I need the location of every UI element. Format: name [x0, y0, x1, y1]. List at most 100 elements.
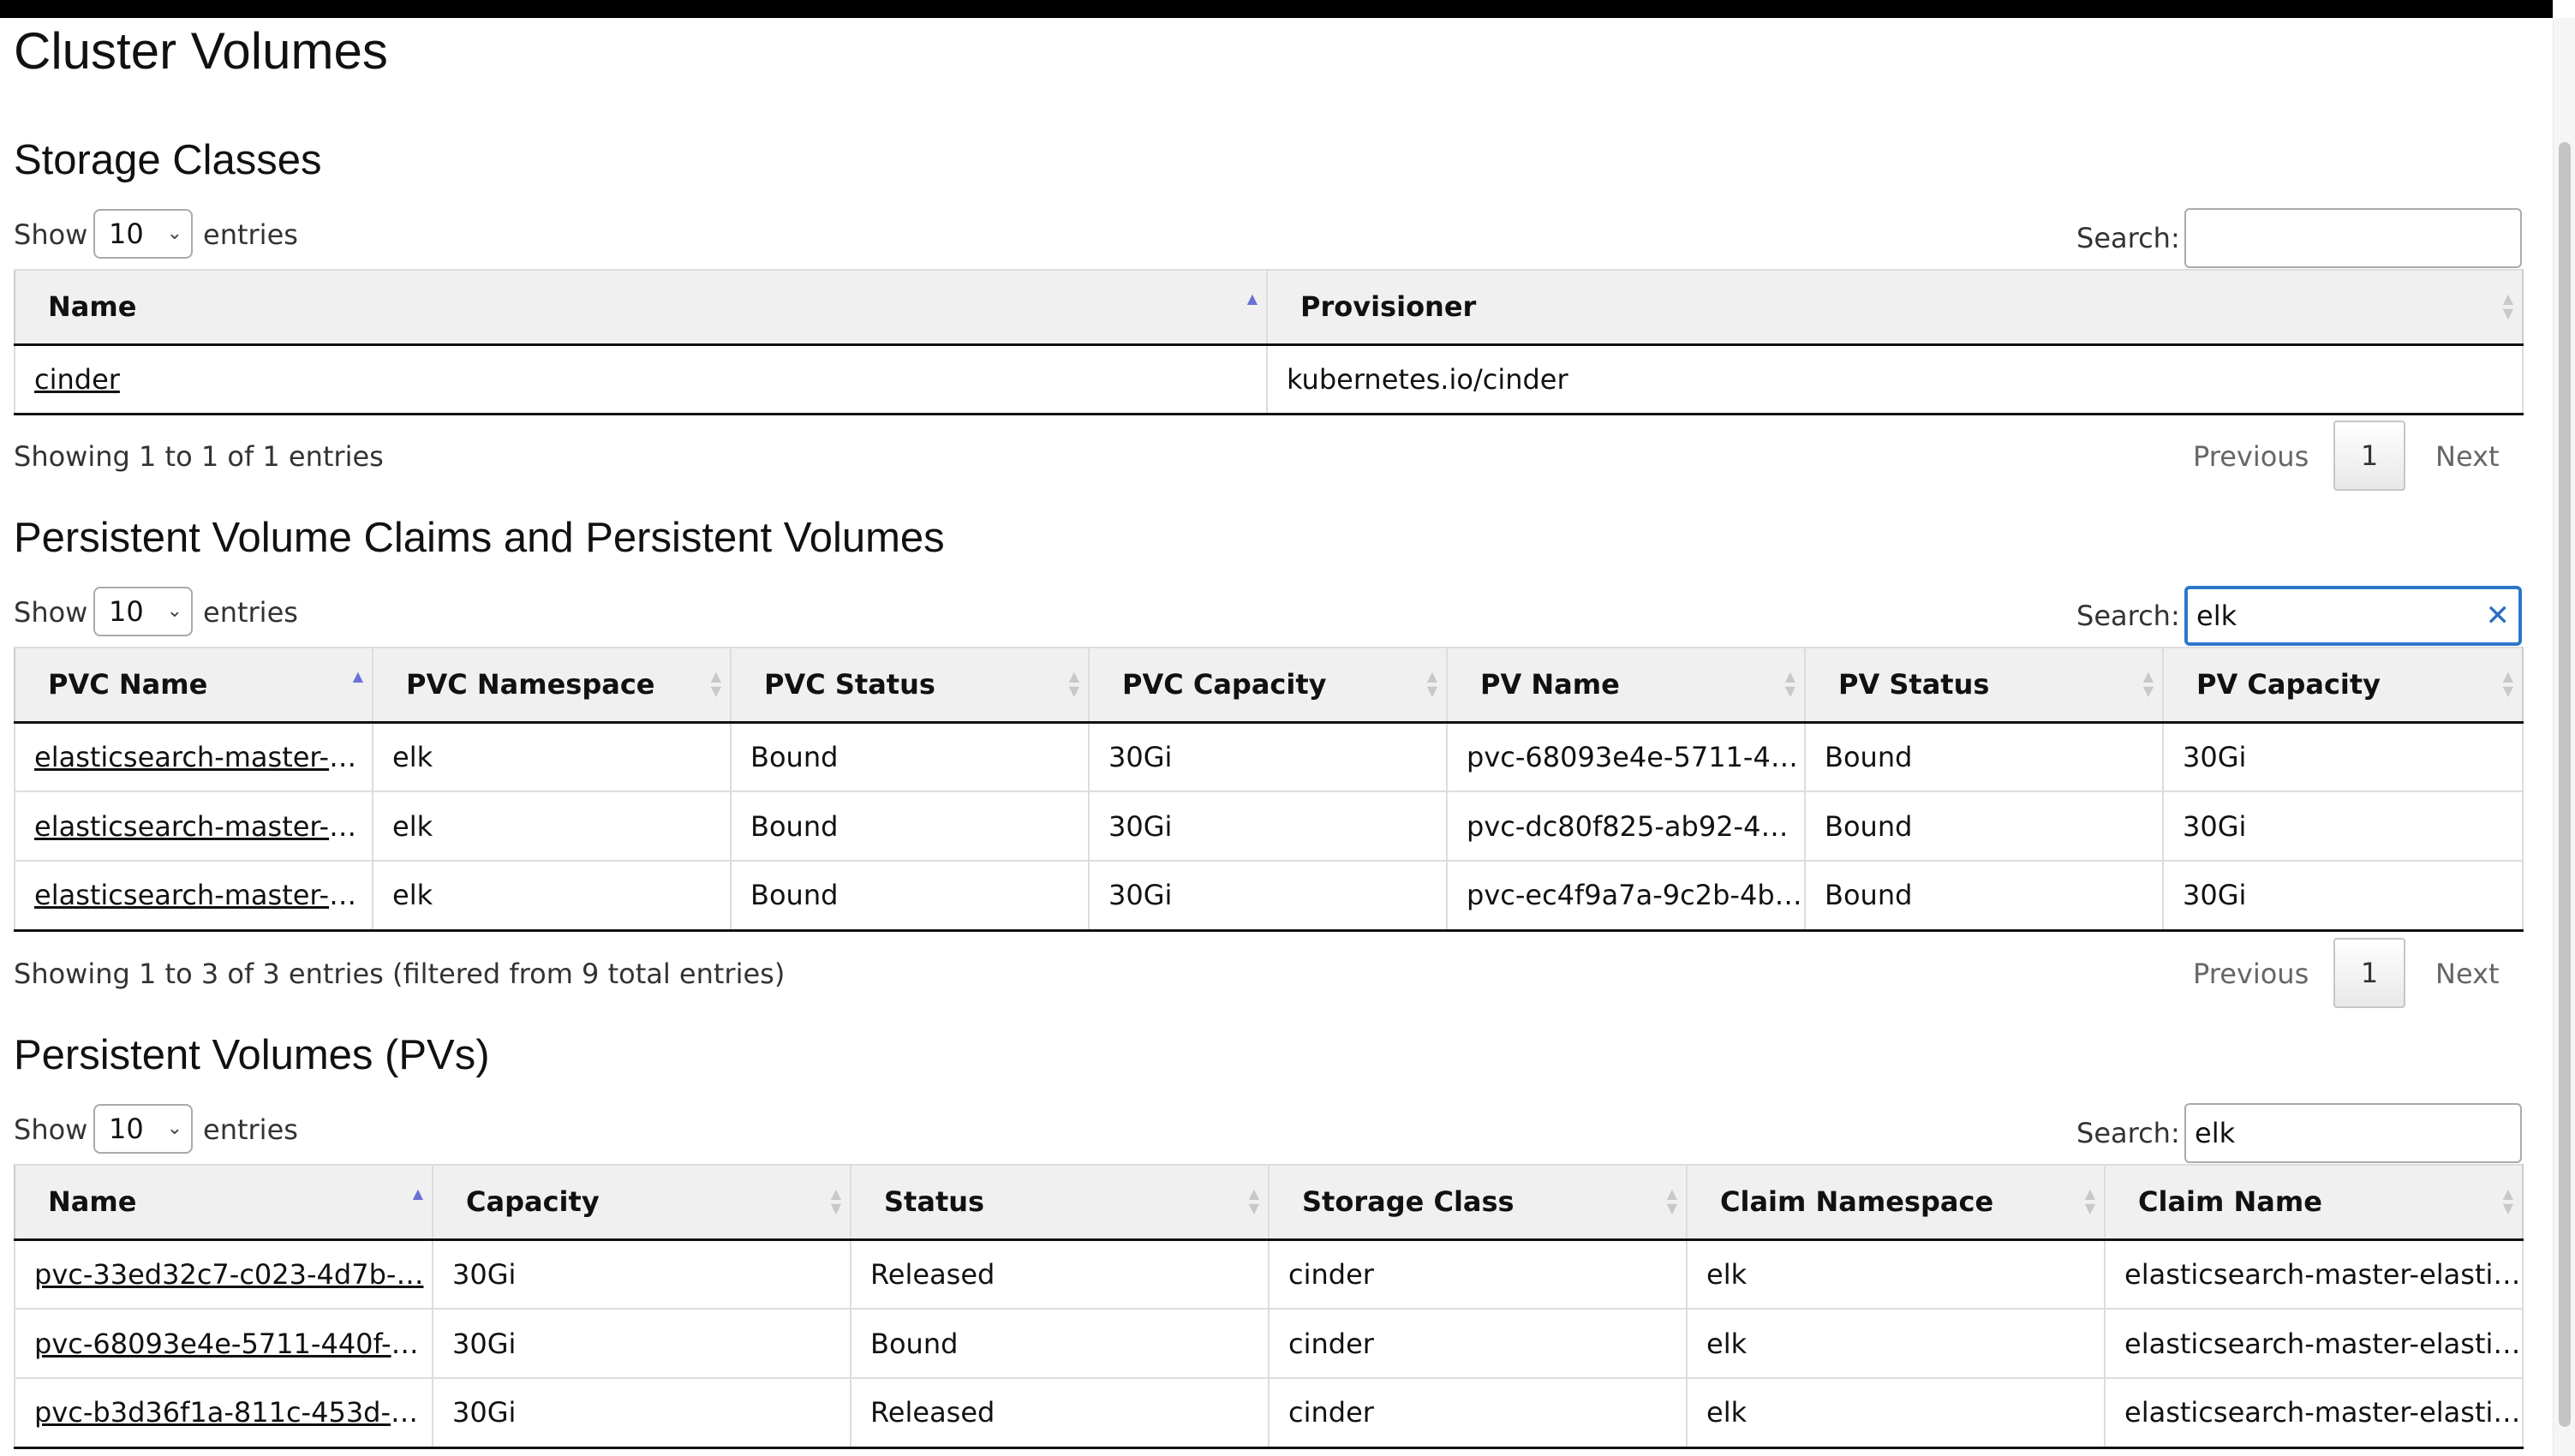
- pvc-next-button[interactable]: Next: [2435, 960, 2500, 988]
- column-header-capacity[interactable]: Capacity ▲ ▼: [432, 1164, 851, 1241]
- pv-name-cell[interactable]: pvc-33ed32c7-c023-4d7b-…: [14, 1239, 433, 1310]
- pv-capacity-cell: 30Gi: [2162, 861, 2524, 932]
- status-cell: Released: [850, 1239, 1269, 1310]
- table-header-row: Name ▲▼ Provisioner ▲▼: [14, 269, 2524, 346]
- column-header-pvc-namespace[interactable]: PVC Namespace ▲ ▼: [372, 647, 731, 724]
- sc-page-length-select[interactable]: 10 ⌄: [93, 209, 193, 259]
- pv-search-input[interactable]: elk: [2184, 1103, 2522, 1163]
- sort-asc-icon: ▲▼: [412, 1185, 423, 1202]
- sc-page-length-value: 10: [109, 218, 144, 250]
- pvc-namespace-cell: elk: [372, 791, 731, 862]
- storage-class-name-cell[interactable]: cinder: [14, 344, 1267, 415]
- pvc-name-cell[interactable]: elasticsearch-master-e…: [14, 791, 373, 862]
- chevron-down-icon: ⌄: [166, 1118, 182, 1139]
- column-header-pvc-status[interactable]: PVC Status ▲ ▼: [730, 647, 1089, 724]
- column-header-storage-class[interactable]: Storage Class ▲ ▼: [1268, 1164, 1687, 1241]
- pvc-name-link[interactable]: elasticsearch-master-e…: [34, 879, 373, 911]
- pv-status-cell: Bound: [1804, 861, 2163, 932]
- storage-classes-table: Name ▲▼ Provisioner ▲▼ cinder kubernetes…: [14, 269, 2524, 415]
- pv-capacity-cell: 30Gi: [2162, 722, 2524, 792]
- claim-namespace-cell: elk: [1686, 1309, 2105, 1379]
- pv-search-label: Search:: [2076, 1117, 2180, 1149]
- pvc-search-input[interactable]: elk ✕: [2184, 586, 2522, 646]
- storage-classes-heading: Storage Classes: [14, 137, 322, 183]
- top-bar: [0, 0, 2553, 18]
- pvc-entries-label: entries: [203, 596, 298, 629]
- pv-show-label: Show: [14, 1113, 88, 1146]
- sort-both-icon: ▲ ▼: [2502, 1185, 2513, 1216]
- pvc-name-link[interactable]: elasticsearch-master-e…: [34, 810, 373, 843]
- pvc-name-cell[interactable]: elasticsearch-master-e…: [14, 861, 373, 932]
- scrollbar-thumb[interactable]: [2559, 142, 2571, 1427]
- pv-page-length-select[interactable]: 10 ⌄: [93, 1104, 193, 1154]
- column-header-pv-name[interactable]: PV Name ▲ ▼: [1446, 647, 1805, 724]
- pvc-page-length-select[interactable]: 10 ⌄: [93, 587, 193, 636]
- table-row: pvc-33ed32c7-c023-4d7b-… 30Gi Released c…: [14, 1239, 2524, 1310]
- page-title: Cluster Volumes: [14, 22, 388, 80]
- column-header-claim-name[interactable]: Claim Name ▲ ▼: [2104, 1164, 2524, 1241]
- pv-name-link[interactable]: pvc-b3d36f1a-811c-453d-b…: [34, 1396, 433, 1429]
- column-header-name[interactable]: Name ▲▼: [14, 269, 1267, 346]
- sc-table-info: Showing 1 to 1 of 1 entries: [14, 440, 384, 473]
- clear-search-icon[interactable]: ✕: [2486, 589, 2511, 642]
- column-header-provisioner[interactable]: Provisioner ▲ ▼: [1266, 269, 2524, 346]
- chevron-down-icon: ⌄: [166, 600, 182, 622]
- pv-entries-label: entries: [203, 1113, 298, 1146]
- sc-page-1-button[interactable]: 1: [2333, 421, 2405, 491]
- sort-both-icon: ▲ ▼: [2142, 668, 2154, 699]
- pvc-previous-button[interactable]: Previous: [2193, 960, 2309, 988]
- pv-name-cell: pvc-dc80f825-ab92-48…: [1446, 791, 1805, 862]
- pvc-namespace-cell: elk: [372, 722, 731, 792]
- chevron-down-icon: ⌄: [166, 223, 182, 244]
- pv-name-cell[interactable]: pvc-68093e4e-5711-440f-a…: [14, 1309, 433, 1379]
- capacity-cell: 30Gi: [432, 1309, 851, 1379]
- storage-class-cell: cinder: [1268, 1309, 1687, 1379]
- pvc-search-value: elk: [2196, 600, 2237, 632]
- pvc-name-cell[interactable]: elasticsearch-master-e…: [14, 722, 373, 792]
- table-row: cinder kubernetes.io/cinder: [14, 344, 2524, 415]
- storage-class-cell: cinder: [1268, 1378, 1687, 1449]
- claim-name-cell: elasticsearch-master-elasti…: [2104, 1309, 2524, 1379]
- pvc-name-link[interactable]: elasticsearch-master-e…: [34, 741, 373, 773]
- pv-status-cell: Bound: [1804, 791, 2163, 862]
- pv-name-cell: pvc-ec4f9a7a-9c2b-4b…: [1446, 861, 1805, 932]
- sort-both-icon: ▲ ▼: [2502, 290, 2513, 321]
- sort-both-icon: ▲ ▼: [1426, 668, 1437, 699]
- pvc-pv-table: PVC Name ▲▼ PVC Namespace ▲▼ PVC Status …: [14, 647, 2524, 932]
- column-header-status[interactable]: Status ▲ ▼: [850, 1164, 1269, 1241]
- sort-both-icon: ▲ ▼: [1248, 1185, 1259, 1216]
- storage-class-link[interactable]: cinder: [34, 363, 120, 396]
- pvc-capacity-cell: 30Gi: [1088, 861, 1447, 932]
- pvc-capacity-cell: 30Gi: [1088, 791, 1447, 862]
- pvc-status-cell: Bound: [730, 791, 1089, 862]
- claim-namespace-cell: elk: [1686, 1239, 2105, 1310]
- table-row: elasticsearch-master-e… elk Bound 30Gi p…: [14, 722, 2524, 792]
- pv-name-link[interactable]: pvc-33ed32c7-c023-4d7b-…: [34, 1258, 423, 1291]
- sc-search-label: Search:: [2076, 222, 2180, 254]
- pvc-page-1-button[interactable]: 1: [2333, 938, 2405, 1008]
- pvc-search-label: Search:: [2076, 600, 2180, 632]
- sort-both-icon: ▲ ▼: [1784, 668, 1795, 699]
- pv-name-link[interactable]: pvc-68093e4e-5711-440f-a…: [34, 1328, 433, 1360]
- column-header-pv-capacity[interactable]: PV Capacity ▲ ▼: [2162, 647, 2524, 724]
- sc-next-button[interactable]: Next: [2435, 443, 2500, 470]
- sc-previous-button[interactable]: Previous: [2193, 443, 2309, 470]
- sort-both-icon: ▲ ▼: [710, 668, 721, 699]
- column-header-pvc-name[interactable]: PVC Name ▲▼: [14, 647, 373, 724]
- pvs-heading: Persistent Volumes (PVs): [14, 1032, 490, 1078]
- vertical-scrollbar[interactable]: [2553, 18, 2575, 1456]
- status-cell: Bound: [850, 1309, 1269, 1379]
- pv-name-cell[interactable]: pvc-b3d36f1a-811c-453d-b…: [14, 1378, 433, 1449]
- pvc-show-label: Show: [14, 596, 88, 629]
- pv-capacity-cell: 30Gi: [2162, 791, 2524, 862]
- column-header-claim-namespace[interactable]: Claim Namespace ▲ ▼: [1686, 1164, 2105, 1241]
- pvc-namespace-cell: elk: [372, 861, 731, 932]
- pvs-table: Name ▲▼ Capacity ▲▼ Status ▲▼ Storage Cl…: [14, 1164, 2524, 1449]
- sort-asc-icon: ▲▼: [1246, 290, 1258, 307]
- sc-search-input[interactable]: [2184, 208, 2522, 268]
- pvc-pv-heading: Persistent Volume Claims and Persistent …: [14, 515, 945, 561]
- column-header-pv-status[interactable]: PV Status ▲ ▼: [1804, 647, 2163, 724]
- column-header-name[interactable]: Name ▲▼: [14, 1164, 433, 1241]
- column-header-pvc-capacity[interactable]: PVC Capacity ▲ ▼: [1088, 647, 1447, 724]
- sort-asc-icon: ▲▼: [352, 668, 363, 684]
